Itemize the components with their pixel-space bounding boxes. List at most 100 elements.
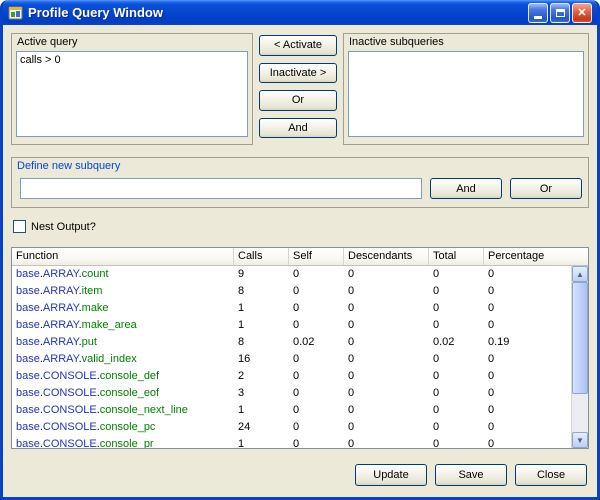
calls-cell: 1	[234, 402, 289, 419]
percentage-cell: 0	[484, 402, 571, 419]
function-name-cell: base.CONSOLE.console_pr	[12, 436, 234, 448]
percentage-cell: 0	[484, 436, 571, 448]
percentage-cell: 0	[484, 385, 571, 402]
calls-cell: 8	[234, 283, 289, 300]
arrow-up-icon: ▲	[576, 270, 584, 279]
self-cell: 0.02	[289, 334, 344, 351]
function-name-cell: base.CONSOLE.console_def	[12, 368, 234, 385]
table-row[interactable]: base.ARRAY.valid_index160000	[12, 351, 571, 368]
define-subquery-group: Define new subquery And Or	[11, 157, 589, 208]
self-cell: 0	[289, 436, 344, 448]
percentage-cell: 0	[484, 351, 571, 368]
inactive-subqueries-label: Inactive subqueries	[344, 34, 588, 51]
percentage-cell: 0	[484, 368, 571, 385]
active-query-group: Active query calls > 0	[11, 33, 253, 145]
inactive-subqueries-list[interactable]	[348, 51, 584, 137]
scrollbar-down-button[interactable]: ▼	[572, 432, 588, 448]
percentage-cell: 0	[484, 266, 571, 283]
column-header-descendants[interactable]: Descendants	[344, 248, 429, 265]
table-row[interactable]: base.CONSOLE.console_eof30000	[12, 385, 571, 402]
subquery-input[interactable]	[20, 178, 422, 199]
maximize-button[interactable]	[550, 3, 570, 23]
descendants-cell: 0	[344, 436, 429, 448]
maximize-icon	[556, 9, 565, 17]
minimize-button[interactable]	[528, 3, 548, 23]
active-query-item[interactable]: calls > 0	[20, 53, 244, 67]
self-cell: 0	[289, 385, 344, 402]
calls-cell: 9	[234, 266, 289, 283]
scrollbar-up-button[interactable]: ▲	[572, 266, 588, 282]
table-body: base.ARRAY.count90000base.ARRAY.item8000…	[12, 266, 571, 448]
table-row[interactable]: base.CONSOLE.console_pc240000	[12, 419, 571, 436]
function-name-cell: base.CONSOLE.console_pc	[12, 419, 234, 436]
function-name-cell: base.CONSOLE.console_eof	[12, 385, 234, 402]
total-cell: 0	[429, 266, 484, 283]
dialog-body: Active query calls > 0 < Activate Inacti…	[3, 25, 597, 500]
inactivate-button[interactable]: Inactivate >	[259, 63, 337, 84]
percentage-cell: 0.19	[484, 334, 571, 351]
function-name-cell: base.ARRAY.put	[12, 334, 234, 351]
descendants-cell: 0	[344, 402, 429, 419]
window-title: Profile Query Window	[28, 5, 524, 20]
total-cell: 0	[429, 402, 484, 419]
descendants-cell: 0	[344, 334, 429, 351]
column-header-calls[interactable]: Calls	[234, 248, 289, 265]
total-cell: 0	[429, 368, 484, 385]
self-cell: 0	[289, 368, 344, 385]
table-row[interactable]: base.ARRAY.make10000	[12, 300, 571, 317]
calls-cell: 16	[234, 351, 289, 368]
column-header-total[interactable]: Total	[429, 248, 484, 265]
active-query-label: Active query	[12, 34, 252, 51]
table-row[interactable]: base.ARRAY.make_area10000	[12, 317, 571, 334]
column-header-percentage[interactable]: Percentage	[484, 248, 588, 265]
active-query-list[interactable]: calls > 0	[16, 51, 248, 137]
total-cell: 0	[429, 436, 484, 448]
self-cell: 0	[289, 351, 344, 368]
table-header: Function Calls Self Descendants Total Pe…	[12, 248, 588, 266]
and-button[interactable]: And	[430, 178, 502, 199]
table-row[interactable]: base.ARRAY.put80.0200.020.19	[12, 334, 571, 351]
descendants-cell: 0	[344, 300, 429, 317]
descendants-cell: 0	[344, 266, 429, 283]
column-header-self[interactable]: Self	[289, 248, 344, 265]
calls-cell: 1	[234, 436, 289, 448]
titlebar[interactable]: Profile Query Window ✕	[3, 0, 597, 25]
table-row[interactable]: base.CONSOLE.console_pr10000	[12, 436, 571, 448]
table-row[interactable]: base.CONSOLE.console_def20000	[12, 368, 571, 385]
descendants-cell: 0	[344, 419, 429, 436]
update-button[interactable]: Update	[355, 464, 427, 486]
or-button[interactable]: Or	[510, 178, 582, 199]
percentage-cell: 0	[484, 317, 571, 334]
table-row[interactable]: base.ARRAY.item80000	[12, 283, 571, 300]
vertical-scrollbar[interactable]: ▲ ▼	[571, 266, 588, 448]
save-button[interactable]: Save	[435, 464, 507, 486]
function-name-cell: base.ARRAY.make	[12, 300, 234, 317]
total-cell: 0	[429, 419, 484, 436]
self-cell: 0	[289, 402, 344, 419]
transfer-buttons: < Activate Inactivate > Or And	[259, 33, 337, 145]
and-transfer-button[interactable]: And	[259, 118, 337, 139]
total-cell: 0	[429, 351, 484, 368]
percentage-cell: 0	[484, 419, 571, 436]
profile-table: Function Calls Self Descendants Total Pe…	[11, 247, 589, 449]
nest-output-checkbox[interactable]	[13, 220, 26, 233]
total-cell: 0	[429, 300, 484, 317]
table-row[interactable]: base.CONSOLE.console_next_line10000	[12, 402, 571, 419]
function-name-cell: base.ARRAY.make_area	[12, 317, 234, 334]
or-transfer-button[interactable]: Or	[259, 90, 337, 111]
calls-cell: 8	[234, 334, 289, 351]
self-cell: 0	[289, 283, 344, 300]
table-row[interactable]: base.ARRAY.count90000	[12, 266, 571, 283]
close-icon: ✕	[577, 6, 586, 19]
percentage-cell: 0	[484, 283, 571, 300]
close-dialog-button[interactable]: Close	[515, 464, 587, 486]
self-cell: 0	[289, 317, 344, 334]
define-subquery-label: Define new subquery	[12, 158, 588, 175]
function-name-cell: base.CONSOLE.console_next_line	[12, 402, 234, 419]
activate-button[interactable]: < Activate	[259, 35, 337, 56]
column-header-function[interactable]: Function	[12, 248, 234, 265]
percentage-cell: 0	[484, 300, 571, 317]
close-button[interactable]: ✕	[572, 3, 592, 23]
scrollbar-thumb[interactable]	[572, 282, 588, 394]
self-cell: 0	[289, 300, 344, 317]
